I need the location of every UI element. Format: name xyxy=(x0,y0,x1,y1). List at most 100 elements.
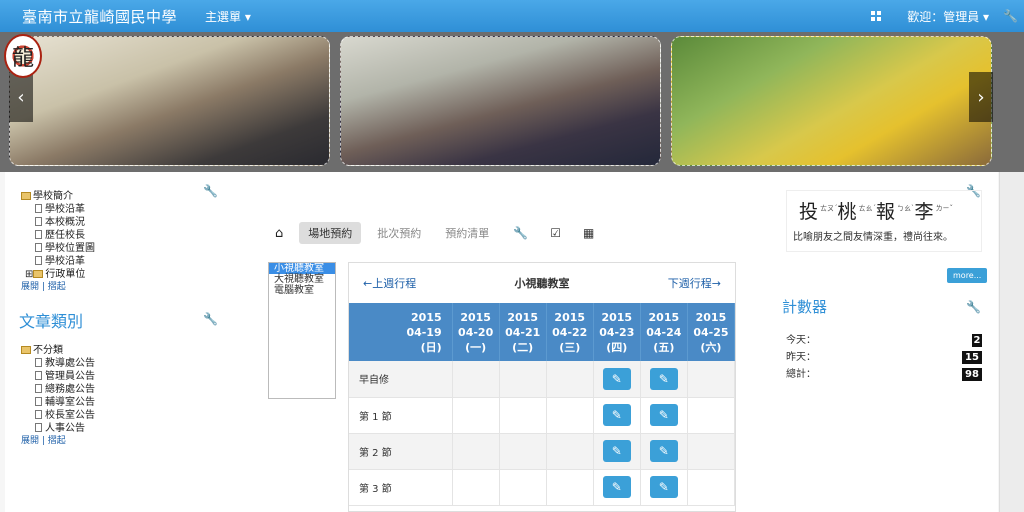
folder-icon xyxy=(21,192,31,200)
document-icon xyxy=(35,358,42,367)
tab-batch-booking[interactable]: 批次預約 xyxy=(377,225,421,241)
wrench-icon[interactable]: 🔧 xyxy=(203,312,218,326)
tree-root[interactable]: 學校簡介 xyxy=(21,190,95,203)
school-intro-tree: 學校簡介 學校沿革 本校概況 歷任校長 學校位置圖 學校沿革 ⊞ 行政單位 展開 … xyxy=(21,190,95,292)
room-option[interactable]: 大視聽教室 xyxy=(269,274,335,285)
folder-icon xyxy=(21,346,31,354)
document-icon xyxy=(35,217,42,226)
tree-item[interactable]: 輔導室公告 xyxy=(21,396,95,409)
edit-booking-button[interactable]: ✎ xyxy=(649,404,678,426)
check-edit-icon[interactable]: ☑ xyxy=(550,226,561,240)
tab-booking-list[interactable]: 預約清單 xyxy=(445,225,489,241)
room-option[interactable]: 小視聽教室 xyxy=(269,263,335,274)
top-navbar: 臺南市立龍崎國民中學 主選單 ▾ 歡迎：管理員 ▾ 🔧 xyxy=(0,0,1024,32)
article-category-tree: 不分類 教導處公告 管理員公告 總務處公告 輔導室公告 校長室公告 人事公告 展… xyxy=(21,344,95,446)
table-row: 早自修 ✎ ✎ xyxy=(349,361,736,398)
edit-booking-button[interactable]: ✎ xyxy=(602,440,631,462)
idiom-widget: 投ㄊㄡˊ桃ㄊㄠˊ報ㄅㄠˋ李ㄌㄧˇ 比喻朋友之間友情深重，禮尚往來。 xyxy=(786,190,982,252)
carousel-photo-library xyxy=(340,36,661,166)
document-icon xyxy=(35,371,42,380)
next-week-link[interactable]: 下週行程→ xyxy=(668,275,721,291)
counter-title: 計數器 xyxy=(782,298,828,316)
period-label: 第 3 節 xyxy=(349,469,453,506)
schedule-table: 2015 04-19 (日) 2015 04-20 (一) 2015 04-21 (二) 2… xyxy=(349,303,736,506)
tree-item[interactable]: 人事公告 xyxy=(21,422,95,435)
tree-item[interactable]: 學校位置圖 xyxy=(21,242,95,255)
edit-booking-button[interactable]: ✎ xyxy=(649,367,678,390)
tree-item[interactable]: 教導處公告 xyxy=(21,357,95,370)
apps-grid-icon[interactable] xyxy=(871,11,882,21)
carousel-photo-activity xyxy=(671,36,992,166)
tree-root[interactable]: 不分類 xyxy=(21,344,95,357)
edit-booking-button[interactable]: ✎ xyxy=(602,476,631,498)
idiom-meaning: 比喻朋友之間友情深重，禮尚往來。 xyxy=(793,232,953,243)
page-scrollbar[interactable] xyxy=(999,172,1024,512)
document-icon xyxy=(35,423,42,432)
edit-booking-button[interactable]: ✎ xyxy=(649,476,678,498)
tree-item[interactable]: 學校沿革 xyxy=(21,203,95,216)
wrench-icon[interactable]: 🔧 xyxy=(513,226,528,240)
table-row: 第 3 節 ✎ ✎ xyxy=(349,469,736,506)
day-header: 2015 04-20 (一) xyxy=(452,303,500,361)
collapse-all-link[interactable]: 摺起 xyxy=(48,436,66,446)
edit-booking-button[interactable]: ✎ xyxy=(602,367,631,390)
weekly-schedule: ←上週行程 小視聽教室 下週行程→ 2015 04-19 (日) 2015 04-20… xyxy=(348,262,736,512)
expand-all-link[interactable]: 展開 xyxy=(21,282,39,292)
tree-item[interactable]: 管理員公告 xyxy=(21,370,95,383)
more-button[interactable]: more... xyxy=(947,268,988,283)
total-count: 98 xyxy=(961,366,982,383)
carousel-prev-button[interactable]: ‹ xyxy=(9,72,33,122)
yesterday-label: 昨天： xyxy=(786,352,816,363)
schedule-room-title: 小視聽教室 xyxy=(514,277,570,290)
table-row: 第 1 節 ✎ ✎ xyxy=(349,397,736,434)
table-row: 第 2 節 ✎ ✎ xyxy=(349,433,736,470)
collapse-all-link[interactable]: 摺起 xyxy=(48,282,66,292)
carousel-photo-classroom xyxy=(9,36,330,166)
tree-item[interactable]: 本校概況 xyxy=(21,216,95,229)
booking-toolbar: ⌂ 場地預約 批次預約 預約清單 🔧 ☑ ▦ xyxy=(275,222,616,244)
tree-item[interactable]: 歷任校長 xyxy=(21,229,95,242)
today-label: 今天： xyxy=(786,335,816,346)
home-icon[interactable]: ⌂ xyxy=(275,226,283,241)
tree-item[interactable]: 總務處公告 xyxy=(21,383,95,396)
wrench-icon[interactable]: 🔧 xyxy=(203,184,218,198)
prev-week-link[interactable]: ←上週行程 xyxy=(363,275,416,291)
tree-folder-admin[interactable]: ⊞ 行政單位 xyxy=(21,268,95,281)
article-category-title: 文章類別 xyxy=(19,312,84,331)
folder-icon xyxy=(33,270,44,278)
edit-booking-button[interactable]: ✎ xyxy=(602,404,631,426)
period-label: 第 1 節 xyxy=(349,397,453,434)
tab-venue-booking[interactable]: 場地預約 xyxy=(299,222,362,244)
document-icon xyxy=(35,243,42,252)
site-title[interactable]: 臺南市立龍崎國民中學 xyxy=(22,6,177,27)
welcome-user-menu[interactable]: 歡迎：管理員 ▾ xyxy=(907,8,989,25)
school-logo: 龍 xyxy=(4,34,42,78)
room-select-list[interactable]: 小視聽教室 大視聽教室 電腦教室 xyxy=(268,262,336,399)
tree-item[interactable]: 學校沿革 xyxy=(21,255,95,268)
document-icon xyxy=(35,397,42,406)
wrench-icon[interactable]: 🔧 xyxy=(1003,9,1018,23)
today-count: 2 xyxy=(972,334,982,347)
booking-panel: ⌂ 場地預約 批次預約 預約清單 🔧 ☑ ▦ 小視聽教室 大視聽教室 電腦教室 … xyxy=(235,172,770,512)
document-icon xyxy=(35,204,42,213)
day-header: 2015 04-19 (日) xyxy=(349,303,453,361)
idiom-characters: 投ㄊㄡˊ桃ㄊㄠˊ報ㄅㄠˋ李ㄌㄧˇ xyxy=(799,201,954,223)
room-option[interactable]: 電腦教室 xyxy=(269,285,335,296)
right-sidebar: 🔧 投ㄊㄡˊ桃ㄊㄠˊ報ㄅㄠˋ李ㄌㄧˇ 比喻朋友之間友情深重，禮尚往來。 more… xyxy=(770,172,998,512)
document-icon xyxy=(35,230,42,239)
day-header: 2015 04-24 (五) xyxy=(640,303,688,361)
edit-booking-button[interactable]: ✎ xyxy=(649,440,678,462)
tree-item[interactable]: 校長室公告 xyxy=(21,409,95,422)
day-header: 2015 04-21 (二) xyxy=(499,303,547,361)
carousel-next-button[interactable]: › xyxy=(969,72,993,122)
document-icon xyxy=(35,410,42,419)
day-header: 2015 04-23 (四) xyxy=(593,303,641,361)
document-icon xyxy=(35,256,42,265)
wrench-icon[interactable]: 🔧 xyxy=(966,300,981,314)
grid-icon[interactable]: ▦ xyxy=(583,226,594,240)
photo-carousel: ‹ › 龍 xyxy=(0,32,1024,172)
main-menu-dropdown[interactable]: 主選單 ▾ xyxy=(205,8,251,25)
left-sidebar: 🔧 學校簡介 學校沿革 本校概況 歷任校長 學校位置圖 學校沿革 ⊞ 行政單位 展… xyxy=(5,172,235,512)
day-header: 2015 04-25 (六) xyxy=(687,303,736,361)
expand-all-link[interactable]: 展開 xyxy=(21,436,39,446)
